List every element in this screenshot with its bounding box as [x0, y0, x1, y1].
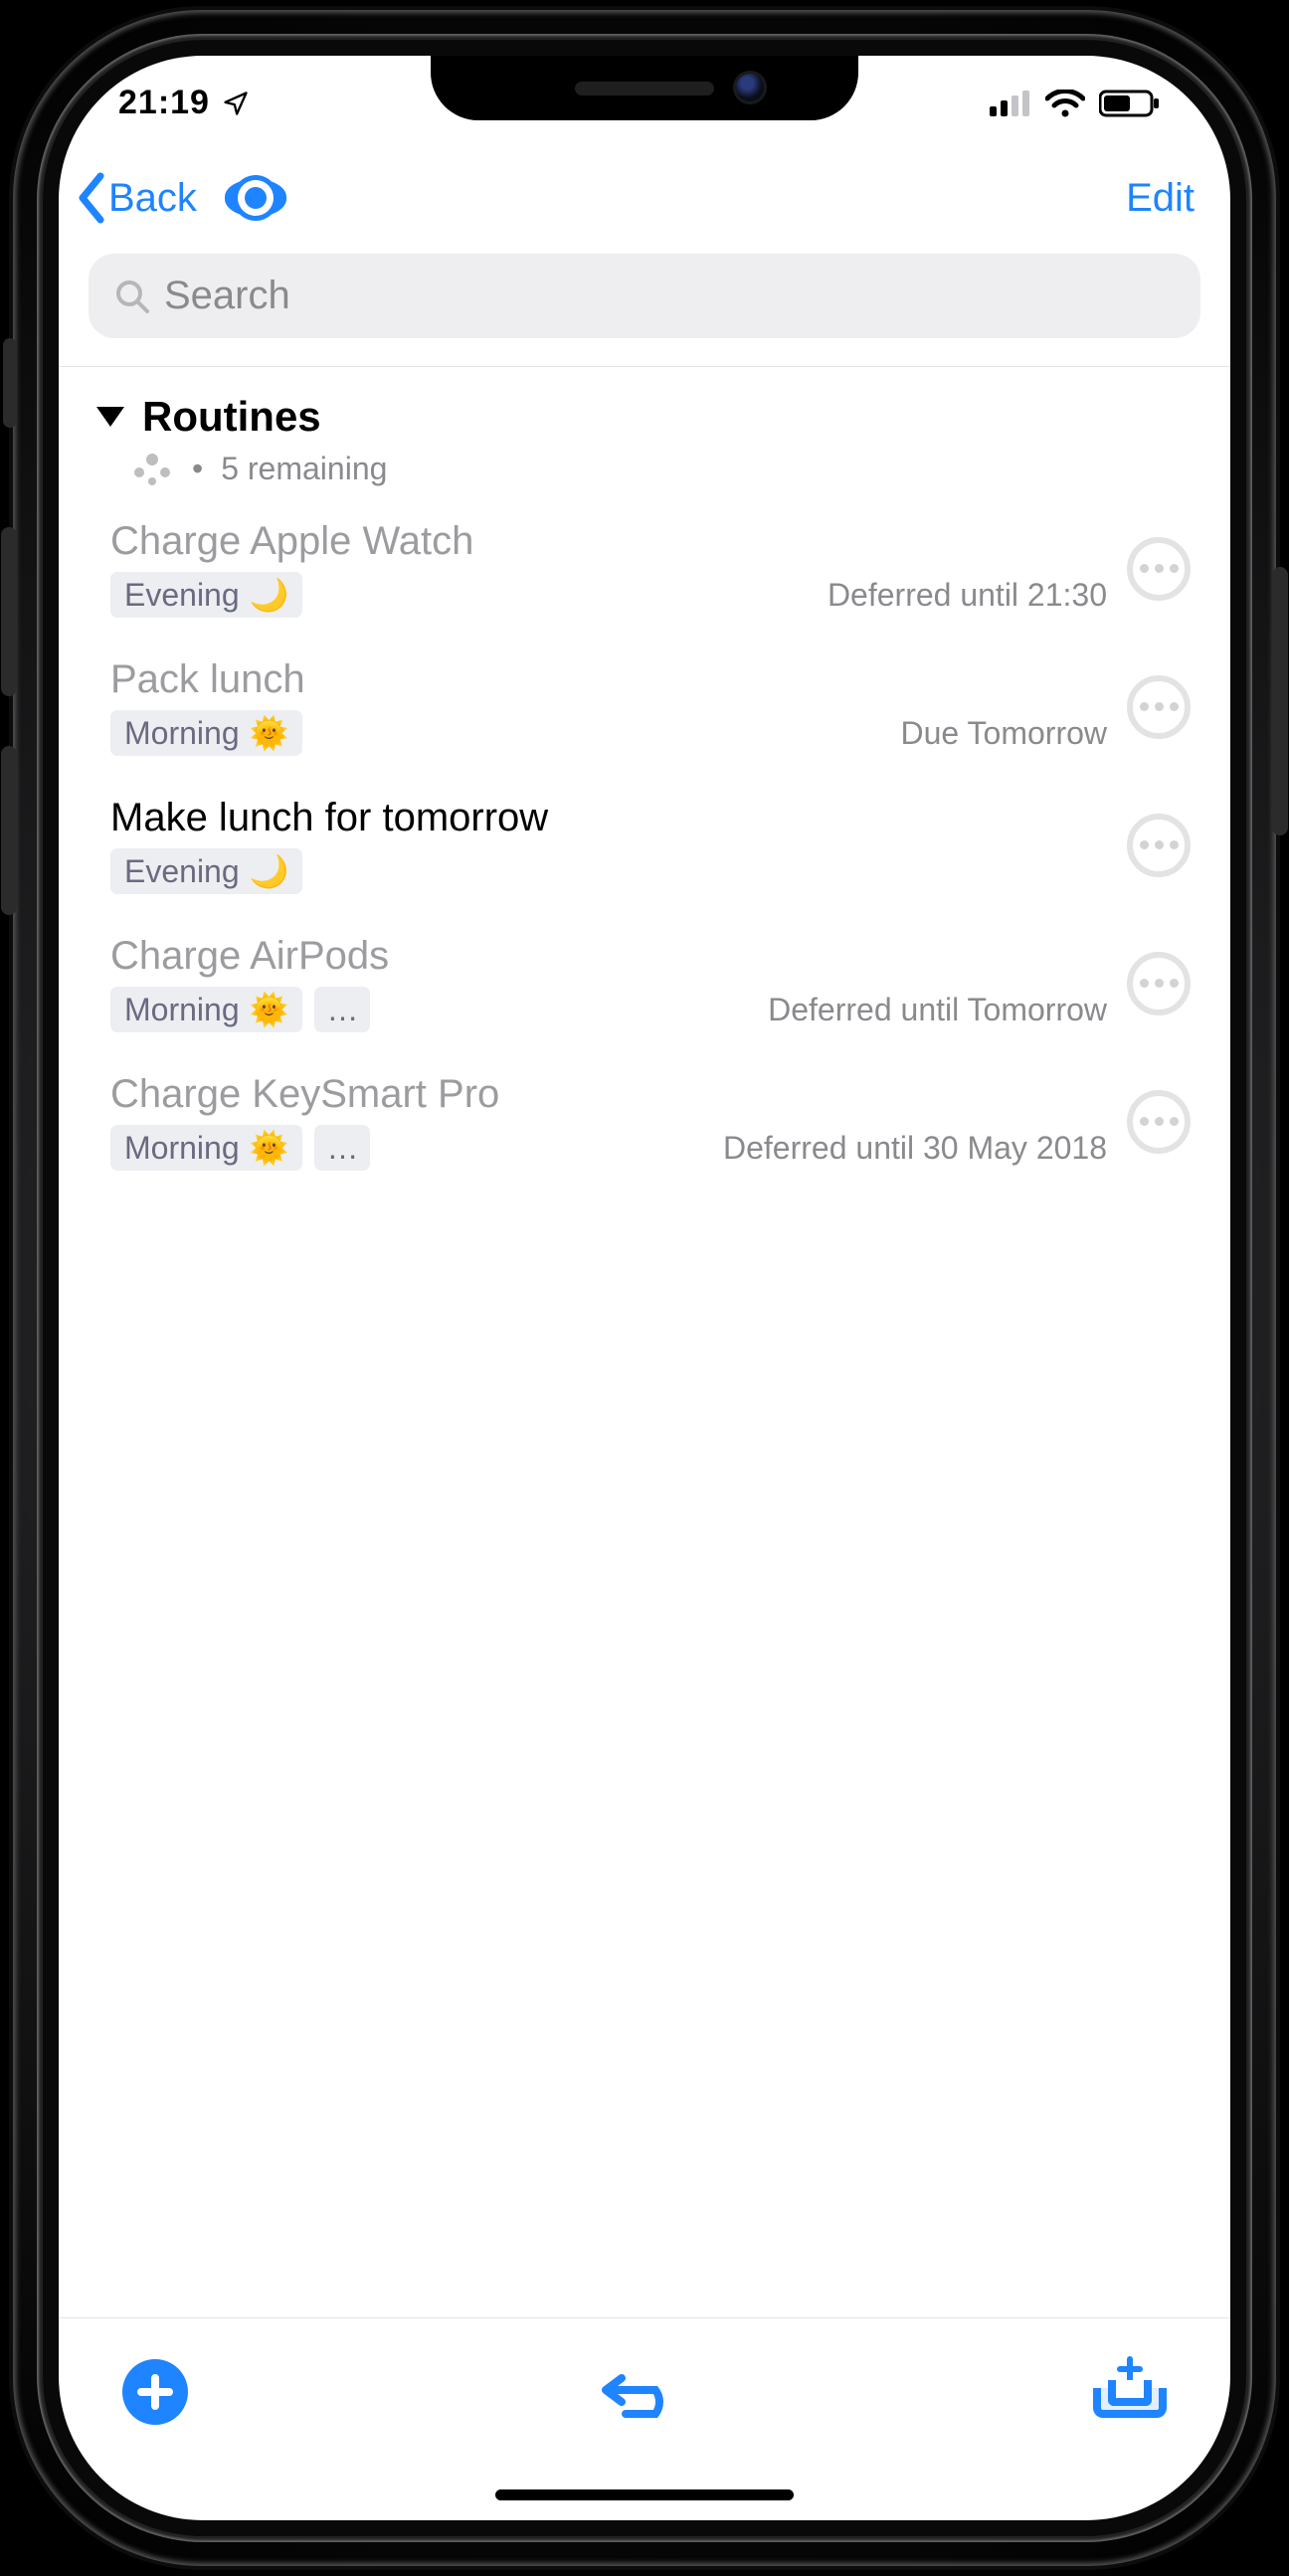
tag-overflow[interactable]: … [314, 987, 370, 1032]
task-more-button[interactable] [1127, 675, 1191, 739]
chevron-left-icon [77, 172, 106, 224]
tag-evening[interactable]: Evening 🌙 [110, 572, 302, 618]
back-button[interactable]: Back [77, 172, 197, 224]
search-icon [114, 278, 150, 314]
task-more-button[interactable] [1127, 814, 1191, 877]
moon-icon: 🌙 [250, 576, 289, 614]
nav-bar: Back Edit [59, 150, 1230, 236]
task-status: Deferred until 21:30 [828, 577, 1107, 614]
task-title: Charge KeySmart Pro [110, 1072, 1107, 1117]
wifi-icon [1045, 90, 1085, 117]
inbox-icon [1093, 2366, 1167, 2418]
remaining-text: 5 remaining [221, 451, 387, 487]
task-row[interactable]: Make lunch for tomorrow Evening 🌙 [59, 778, 1230, 916]
back-label: Back [108, 176, 197, 221]
sun-icon: 🌞 [250, 714, 289, 752]
eye-icon[interactable] [225, 179, 286, 217]
group-header[interactable]: Routines [96, 393, 1200, 441]
search-input[interactable]: Search [89, 254, 1200, 338]
disclosure-triangle-icon [96, 407, 124, 427]
task-status: Deferred until 30 May 2018 [723, 1130, 1107, 1167]
plus-circle-icon [122, 2359, 188, 2425]
tag-label: Morning [124, 1130, 240, 1167]
speaker-grille [575, 82, 714, 95]
tag-morning[interactable]: Morning 🌞 [110, 987, 302, 1032]
tag-label: Evening [124, 853, 240, 890]
location-icon [222, 90, 250, 117]
status-time: 21:19 [118, 84, 210, 122]
task-row[interactable]: Charge AirPods Morning 🌞 … Deferred until To… [59, 916, 1230, 1054]
task-list: Charge Apple Watch Evening 🌙 Deferred until… [59, 501, 1230, 1193]
edit-button[interactable]: Edit [1126, 176, 1195, 221]
tag-label: Morning [124, 992, 240, 1028]
tag-evening[interactable]: Evening 🌙 [110, 848, 302, 894]
battery-icon [1099, 90, 1161, 117]
inbox-button[interactable] [1093, 2366, 1167, 2418]
task-status: Due Tomorrow [901, 715, 1107, 752]
tag-overflow[interactable]: … [314, 1125, 370, 1171]
task-status: Deferred until Tomorrow [768, 992, 1107, 1028]
task-row[interactable]: Charge Apple Watch Evening 🌙 Deferred until… [59, 501, 1230, 640]
add-button[interactable] [122, 2359, 188, 2425]
home-indicator [495, 2489, 794, 2500]
bottom-toolbar [59, 2317, 1230, 2465]
tag-label: Morning [124, 715, 240, 752]
device-notch [431, 56, 858, 120]
power-button [1272, 567, 1288, 835]
volume-up [1, 527, 17, 696]
volume-down [1, 746, 17, 915]
tag-morning[interactable]: Morning 🌞 [110, 1125, 302, 1171]
task-title: Charge AirPods [110, 934, 1107, 979]
undo-button[interactable] [598, 2364, 683, 2420]
task-title: Make lunch for tomorrow [110, 796, 1107, 840]
task-row[interactable]: Charge KeySmart Pro Morning 🌞 … Deferred unt… [59, 1054, 1230, 1193]
task-more-button[interactable] [1127, 1090, 1191, 1154]
task-row[interactable]: Pack lunch Morning 🌞 Due Tomorrow [59, 640, 1230, 778]
search-placeholder: Search [164, 274, 290, 318]
device-frame: 21:19 [13, 10, 1276, 2566]
mute-switch [3, 338, 17, 428]
sun-icon: 🌞 [250, 991, 289, 1028]
main-content: Routines • 5 remaining Charge Apple Watc… [59, 366, 1230, 1193]
tag-cluster-icon [134, 454, 174, 485]
cellular-icon [990, 91, 1031, 116]
tag-morning[interactable]: Morning 🌞 [110, 710, 302, 756]
tag-label: Evening [124, 577, 240, 614]
undo-icon [598, 2364, 683, 2420]
bullet: • [192, 451, 203, 487]
group-title: Routines [142, 393, 321, 441]
moon-icon: 🌙 [250, 852, 289, 890]
front-camera [736, 74, 764, 101]
task-more-button[interactable] [1127, 952, 1191, 1015]
sun-icon: 🌞 [250, 1129, 289, 1167]
task-more-button[interactable] [1127, 537, 1191, 601]
task-title: Pack lunch [110, 657, 1107, 702]
task-title: Charge Apple Watch [110, 519, 1107, 564]
